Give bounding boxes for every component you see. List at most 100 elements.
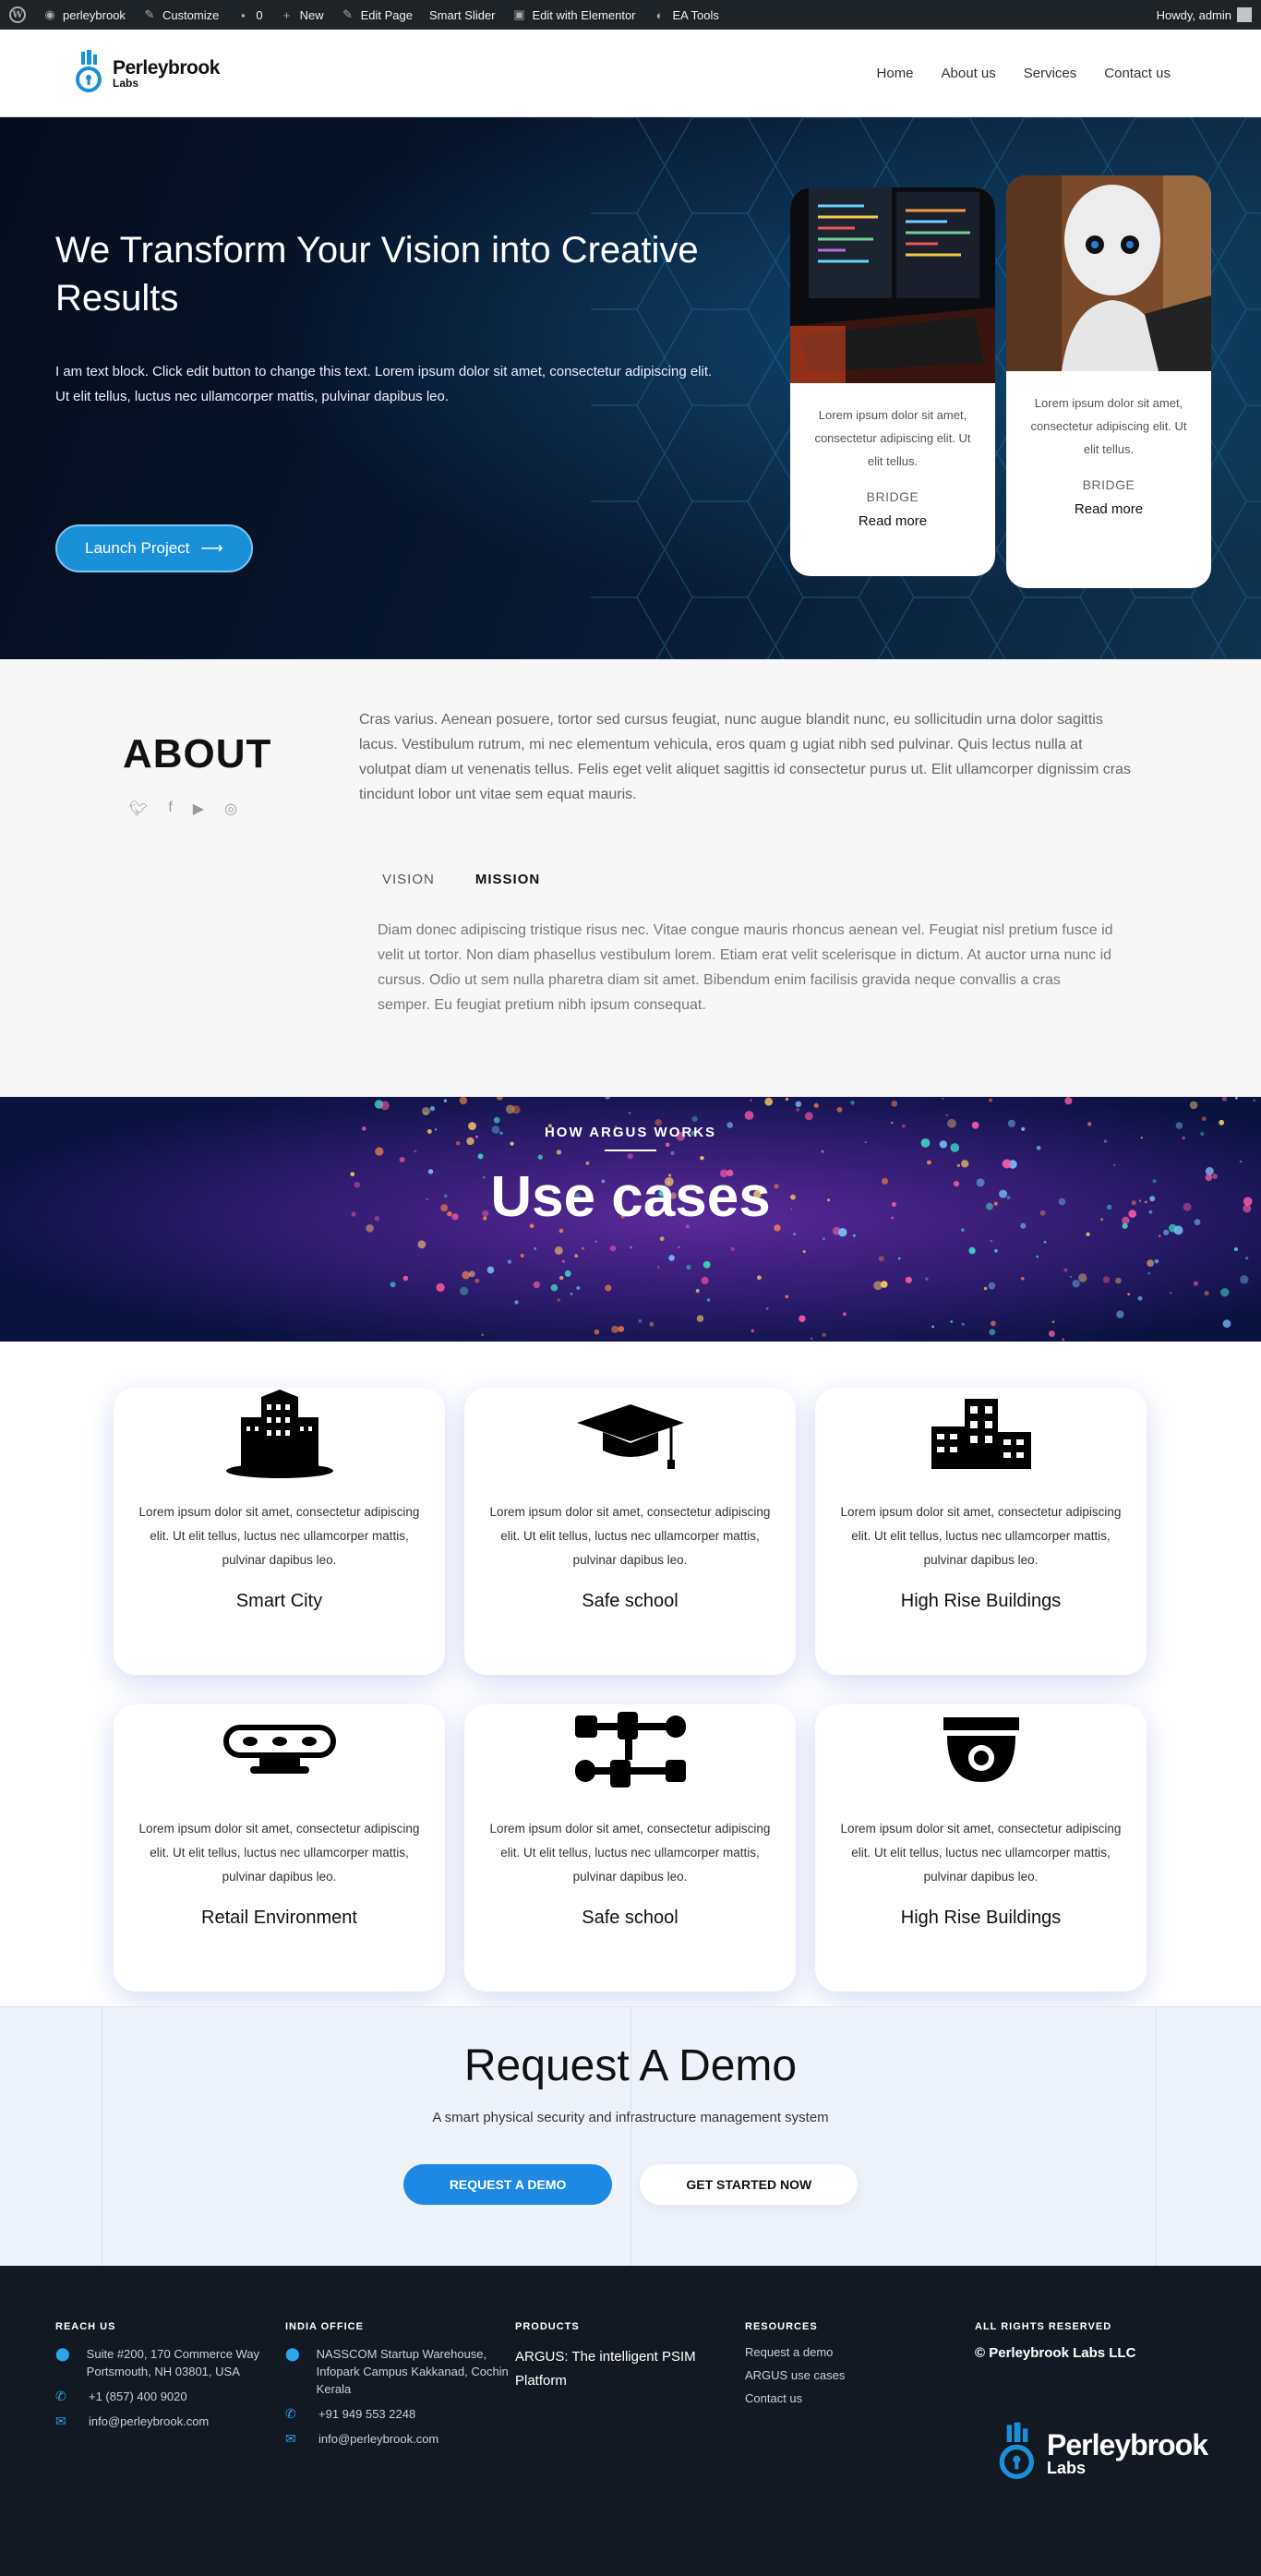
admin-smart-slider-link[interactable]: Smart Slider	[429, 8, 496, 22]
footer-rights: ALL RIGHTS RESERVED © Perleybrook Labs L…	[975, 2321, 1178, 2361]
product-link[interactable]: ARGUS: The intelligent PSIM Platform	[515, 2345, 709, 2393]
nav-about[interactable]: About us	[942, 66, 996, 81]
admin-elementor-link[interactable]: ▣ Edit with Elementor	[512, 7, 635, 22]
footer-heading: REACH US	[55, 2321, 116, 2332]
admin-bar: W ◉ perleybrook ✎ Customize ▪ 0 + New ✎ Edit …	[0, 0, 1261, 30]
ea-icon: ◐	[655, 7, 664, 22]
admin-site-link[interactable]: ◉ perleybrook	[42, 7, 126, 22]
buildings-icon	[931, 1399, 1031, 1469]
about-tabs: VISION MISSION	[362, 862, 560, 897]
admin-ea-tools-link[interactable]: ◐ EA Tools	[653, 7, 719, 22]
location-icon: ⬤	[285, 2346, 300, 2361]
footer-heading: RESOURCES	[745, 2321, 818, 2332]
use-case-card: Lorem ipsum dolor sit amet, consectetur …	[114, 1388, 445, 1675]
request-demo-section: Request A Demo A smart physical security…	[0, 2006, 1261, 2266]
dome-camera-icon	[943, 1717, 1019, 1782]
footer-india-office: INDIA OFFICE ⬤ NASSCOM Startup Warehouse,…	[285, 2321, 521, 2455]
logo-subname: Labs	[1047, 2459, 1087, 2477]
address: NASSCOM Startup Warehouse, Infopark Camp…	[316, 2347, 509, 2396]
card-text: Lorem ipsum dolor sit amet, consectetur …	[840, 1505, 1122, 1567]
tab-content: Diam donec adipiscing tristique risus ne…	[378, 922, 1113, 1013]
phone-icon: ✆	[285, 2406, 296, 2421]
phone[interactable]: +1 (857) 400 9020	[89, 2388, 187, 2405]
hero-title: We Transform Your Vision into Creative R…	[55, 230, 699, 319]
admin-new-link[interactable]: + New	[280, 7, 324, 22]
nav-contact[interactable]: Contact us	[1104, 66, 1171, 81]
hero-section: We Transform Your Vision into Creative R…	[0, 117, 1261, 659]
nav-home[interactable]: Home	[877, 66, 914, 81]
footer-reach-us: REACH US ⬤ Suite #200, 170 Commerce Way P…	[55, 2321, 286, 2438]
hero-card-tag: BRIDGE	[866, 489, 919, 504]
tab-vision[interactable]: VISION	[362, 862, 455, 897]
youtube-icon[interactable]: ▶	[193, 800, 204, 818]
admin-account-menu[interactable]: Howdy, admin	[1157, 7, 1252, 22]
footer-products: PRODUCTS ARGUS: The intelligent PSIM Pla…	[515, 2321, 709, 2393]
wordpress-icon[interactable]: W	[9, 6, 26, 23]
hero-text: I am text block. Click edit button to ch…	[55, 364, 713, 404]
robot-image	[1006, 175, 1211, 371]
hero-card: Lorem ipsum dolor sit amet, consectetur …	[1006, 175, 1211, 588]
admin-edit-page-link[interactable]: ✎ Edit Page	[341, 7, 413, 22]
hero-card: Lorem ipsum dolor sit amet, consectetur …	[790, 187, 995, 576]
footer-logo[interactable]: Perleybrook Labs	[997, 2421, 1208, 2486]
city-icon	[225, 1390, 333, 1478]
graduation-cap-icon	[576, 1404, 684, 1469]
social-links: 🐦︎ f ▶ ◎	[129, 800, 237, 818]
phone[interactable]: +91 949 553 2248	[318, 2405, 415, 2423]
site-header: Perleybrook Labs Home About us Services …	[0, 30, 1261, 117]
logo-name: Perleybrook	[1047, 2428, 1208, 2462]
instagram-icon[interactable]: ◎	[224, 800, 237, 818]
card-text: Lorem ipsum dolor sit amet, consectetur …	[138, 1822, 420, 1884]
comment-icon: ▪	[241, 7, 246, 22]
admin-customize-link[interactable]: ✎ Customize	[142, 7, 219, 22]
site-logo[interactable]: Perleybrook Labs	[74, 50, 220, 96]
resource-link[interactable]: Request a demo	[745, 2345, 930, 2359]
logo-subname: Labs	[113, 76, 139, 90]
twitter-icon[interactable]: 🐦︎	[129, 800, 148, 818]
facebook-icon[interactable]: f	[168, 800, 172, 818]
site-footer: REACH US ⬤ Suite #200, 170 Commerce Way P…	[0, 2266, 1261, 2576]
admin-comments-link[interactable]: ▪ 0	[235, 7, 263, 22]
use-cases-kicker: HOW ARGUS WORKS	[544, 1125, 717, 1140]
hero-card-text: Lorem ipsum dolor sit amet, consectetur …	[1030, 396, 1187, 456]
copyright: © Perleybrook Labs LLC	[975, 2345, 1136, 2361]
brush-icon: ✎	[144, 7, 155, 21]
code-monitors-image	[790, 187, 995, 383]
get-started-button[interactable]: GET STARTED NOW	[640, 2164, 859, 2205]
kicker-underline	[605, 1150, 656, 1151]
divider	[630, 2007, 631, 2266]
read-more-link[interactable]: Read more	[1006, 501, 1211, 517]
card-text: Lorem ipsum dolor sit amet, consectetur …	[489, 1822, 771, 1884]
email[interactable]: info@perleybrook.com	[318, 2430, 438, 2448]
arrow-right-icon: ⟶	[200, 539, 223, 557]
divider	[1156, 2007, 1157, 2266]
email-icon: ✉	[55, 2413, 66, 2428]
footer-heading: ALL RIGHTS RESERVED	[975, 2321, 1112, 2332]
use-case-card: Lorem ipsum dolor sit amet, consectetur …	[114, 1704, 445, 1992]
plus-icon: +	[282, 7, 291, 22]
elementor-icon: ▣	[513, 7, 525, 21]
launch-project-button[interactable]: Launch Project ⟶	[55, 524, 253, 572]
use-cases-title: Use cases	[490, 1165, 771, 1229]
use-case-card: Lorem ipsum dolor sit amet, consectetur …	[464, 1388, 796, 1675]
use-case-cards: Lorem ipsum dolor sit amet, consectetur …	[0, 1342, 1261, 2006]
lock-logo-icon	[76, 50, 102, 92]
hero-card-tag: BRIDGE	[1082, 477, 1135, 492]
request-demo-button[interactable]: REQUEST A DEMO	[402, 2164, 613, 2205]
footer-heading: PRODUCTS	[515, 2321, 580, 2332]
resource-link[interactable]: Contact us	[745, 2391, 930, 2405]
tab-mission[interactable]: MISSION	[455, 862, 560, 897]
use-cases-banner: HOW ARGUS WORKS Use cases	[0, 1097, 1261, 1342]
card-text: Lorem ipsum dolor sit amet, consectetur …	[138, 1505, 420, 1567]
card-title: Retail Environment	[201, 1908, 357, 1928]
email[interactable]: info@perleybrook.com	[89, 2413, 209, 2430]
lock-logo-icon	[999, 2422, 1035, 2479]
read-more-link[interactable]: Read more	[790, 513, 995, 529]
address: Suite #200, 170 Commerce Way Portsmouth,…	[86, 2347, 260, 2378]
sensor-icon	[222, 1725, 336, 1774]
card-title: High Rise Buildings	[900, 1908, 1062, 1928]
nav-services[interactable]: Services	[1024, 66, 1077, 81]
pencil-icon: ✎	[342, 7, 354, 21]
resource-link[interactable]: ARGUS use cases	[745, 2368, 930, 2382]
hero-card-text: Lorem ipsum dolor sit amet, consectetur …	[814, 408, 971, 468]
